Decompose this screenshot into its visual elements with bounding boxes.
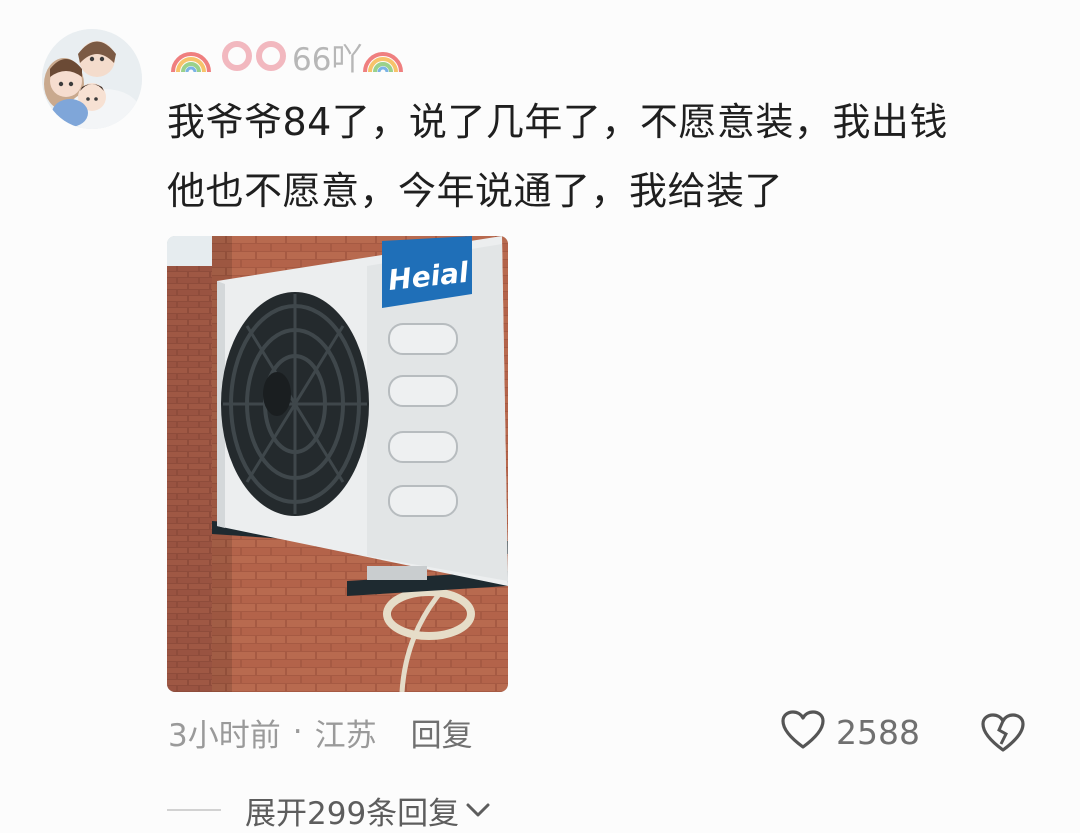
- avatar[interactable]: [42, 29, 142, 129]
- comment-image[interactable]: Heial: [167, 236, 508, 692]
- username[interactable]: 66吖: [170, 34, 404, 78]
- reply-button[interactable]: 回复: [411, 710, 473, 755]
- like-button[interactable]: 2588: [780, 708, 920, 756]
- rainbow-icon: [170, 34, 212, 78]
- expand-replies-button[interactable]: 展开299条回复: [245, 788, 491, 833]
- username-text: 66吖: [292, 41, 363, 78]
- chevron-down-icon: [465, 792, 491, 828]
- rainbow-icon: [362, 34, 404, 78]
- divider-line: [167, 809, 221, 811]
- ring-decor: [222, 41, 290, 71]
- comment-location: 江苏: [314, 717, 377, 754]
- dislike-button[interactable]: [980, 710, 1028, 756]
- like-count: 2588: [836, 712, 920, 752]
- meta-separator: ·: [292, 714, 303, 750]
- expand-replies-row: 展开299条回复: [167, 788, 491, 832]
- comment-meta: 3小时前 · 江苏 回复: [168, 708, 473, 756]
- comment-text: 我爷爷84了，说了几年了，不愿意装，我出钱 他也不愿意，今年说通了，我给装了: [167, 88, 1047, 226]
- expand-replies-label: 展开299条回复: [245, 795, 460, 832]
- heart-icon: [780, 709, 826, 755]
- comment-time: 3小时前: [168, 717, 281, 754]
- comment-line: 他也不愿意，今年说通了，我给装了: [167, 169, 784, 213]
- broken-heart-icon: [980, 713, 1026, 758]
- comment-line: 我爷爷84了，说了几年了，不愿意装，我出钱: [167, 100, 948, 144]
